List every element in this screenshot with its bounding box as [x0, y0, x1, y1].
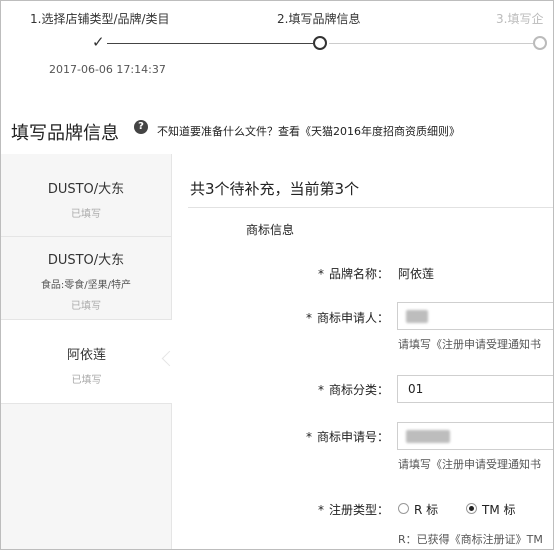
brand-item-status: 已填写	[71, 375, 102, 386]
form-title: 共3个待补充，当前第3个	[190, 180, 360, 198]
required-mark: *	[317, 503, 324, 517]
page-frame: 1.选择店铺类型/品牌/类目 2.填写品牌信息 3.填写企 ✓ 2017-06-…	[0, 0, 554, 550]
sidebar-brand-item[interactable]: DUSTO/大东 已填写	[1, 154, 171, 237]
step-1-label: 1.选择店铺类型/品牌/类目	[30, 12, 170, 26]
sidebar-brand-item-active[interactable]: 阿依莲 已填写	[1, 320, 172, 404]
step-1-check-icon: ✓	[92, 33, 105, 51]
required-mark: *	[317, 267, 324, 281]
step-3-pending-dot	[533, 36, 547, 50]
step-1-timestamp: 2017-06-06 17:14:37	[49, 63, 166, 76]
radio-r-mark-label[interactable]: R 标	[414, 501, 438, 518]
radio-tm-mark-label[interactable]: TM 标	[482, 501, 516, 518]
brand-name-value: 阿依莲	[398, 267, 435, 281]
applicant-input[interactable]	[397, 302, 553, 330]
brand-item-status: 已填写	[71, 209, 101, 220]
brand-sidebar: DUSTO/大东 已填写 DUSTO/大东 食品:零食/坚果/特产 已填写 阿依…	[1, 154, 172, 549]
brand-item-status: 已填写	[71, 301, 101, 312]
form-divider	[188, 207, 553, 208]
redacted-value	[406, 310, 428, 323]
applicant-hint: 请填写《注册申请受理通知书	[398, 338, 541, 351]
brand-item-name: DUSTO/大东	[47, 182, 125, 197]
help-text: 不知道要准备什么文件？查看《天猫2016年度招商资质细则》	[157, 123, 460, 139]
section-title: 填写品牌信息	[11, 123, 119, 144]
required-mark: *	[317, 383, 324, 397]
reg-number-hint: 请填写《注册申请受理通知书	[398, 458, 541, 471]
required-mark: *	[305, 430, 312, 444]
reg-type-label: * 注册类型：	[317, 503, 389, 517]
trademark-group-title: 商标信息	[246, 223, 295, 237]
brand-item-name: DUSTO/大东	[47, 253, 125, 268]
sidebar-brand-item[interactable]: DUSTO/大东 食品:零食/坚果/特产 已填写	[1, 237, 171, 320]
reg-number-input[interactable]	[397, 422, 553, 450]
step-connector-1	[107, 43, 313, 44]
radio-tm-mark[interactable]	[466, 503, 477, 514]
help-question: 不知道要准备什么文件？查看	[157, 125, 300, 138]
category-label: * 商标分类：	[317, 383, 389, 397]
brand-item-category: 食品:零食/坚果/特产	[40, 280, 132, 291]
applicant-label: * 商标申请人：	[305, 311, 389, 325]
required-mark: *	[305, 311, 312, 325]
redacted-value	[406, 430, 450, 443]
category-input[interactable]: 01	[397, 375, 553, 403]
brand-name-label: * 品牌名称：	[317, 267, 389, 281]
step-connector-2	[329, 43, 533, 44]
reg-number-label: * 商标申请号：	[305, 430, 389, 444]
step-3-label: 3.填写企	[496, 12, 544, 26]
step-2-current-dot	[313, 36, 327, 50]
brand-item-name: 阿依莲	[66, 348, 106, 363]
help-icon: ?	[134, 120, 148, 134]
step-2-label: 2.填写品牌信息	[277, 12, 361, 26]
qualification-guide-link[interactable]: 《天猫2016年度招商资质细则》	[300, 125, 460, 138]
reg-type-note: R：已获得《商标注册证》TM	[398, 533, 543, 546]
radio-r-mark[interactable]	[398, 503, 409, 514]
